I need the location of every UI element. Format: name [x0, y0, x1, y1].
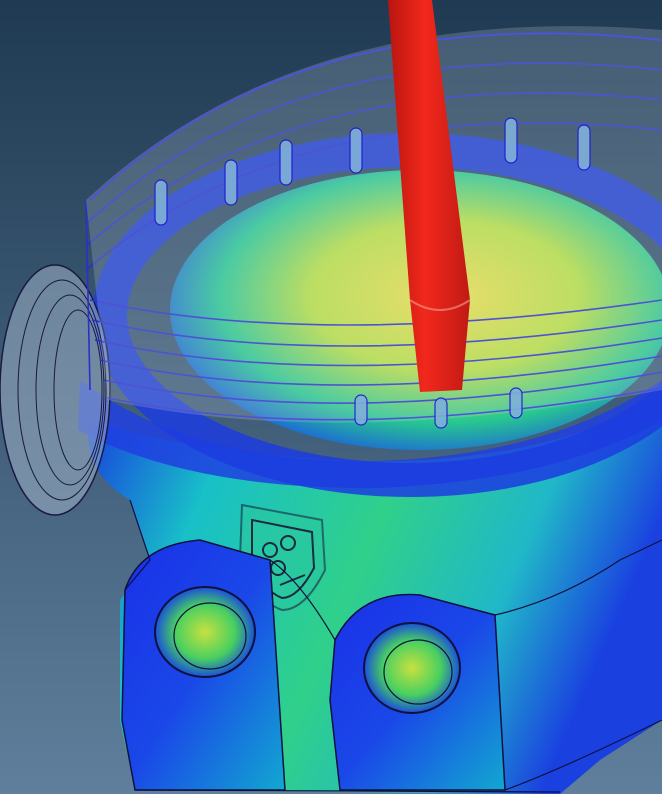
mounting-lug-right [329, 593, 506, 791]
render-canvas [0, 0, 662, 794]
side-threaded-boss [0, 264, 111, 516]
simulation-render [0, 0, 662, 794]
bolt-hole-left [154, 586, 256, 678]
bolt-hole-right [363, 622, 461, 714]
mounting-lug-left [121, 539, 286, 791]
